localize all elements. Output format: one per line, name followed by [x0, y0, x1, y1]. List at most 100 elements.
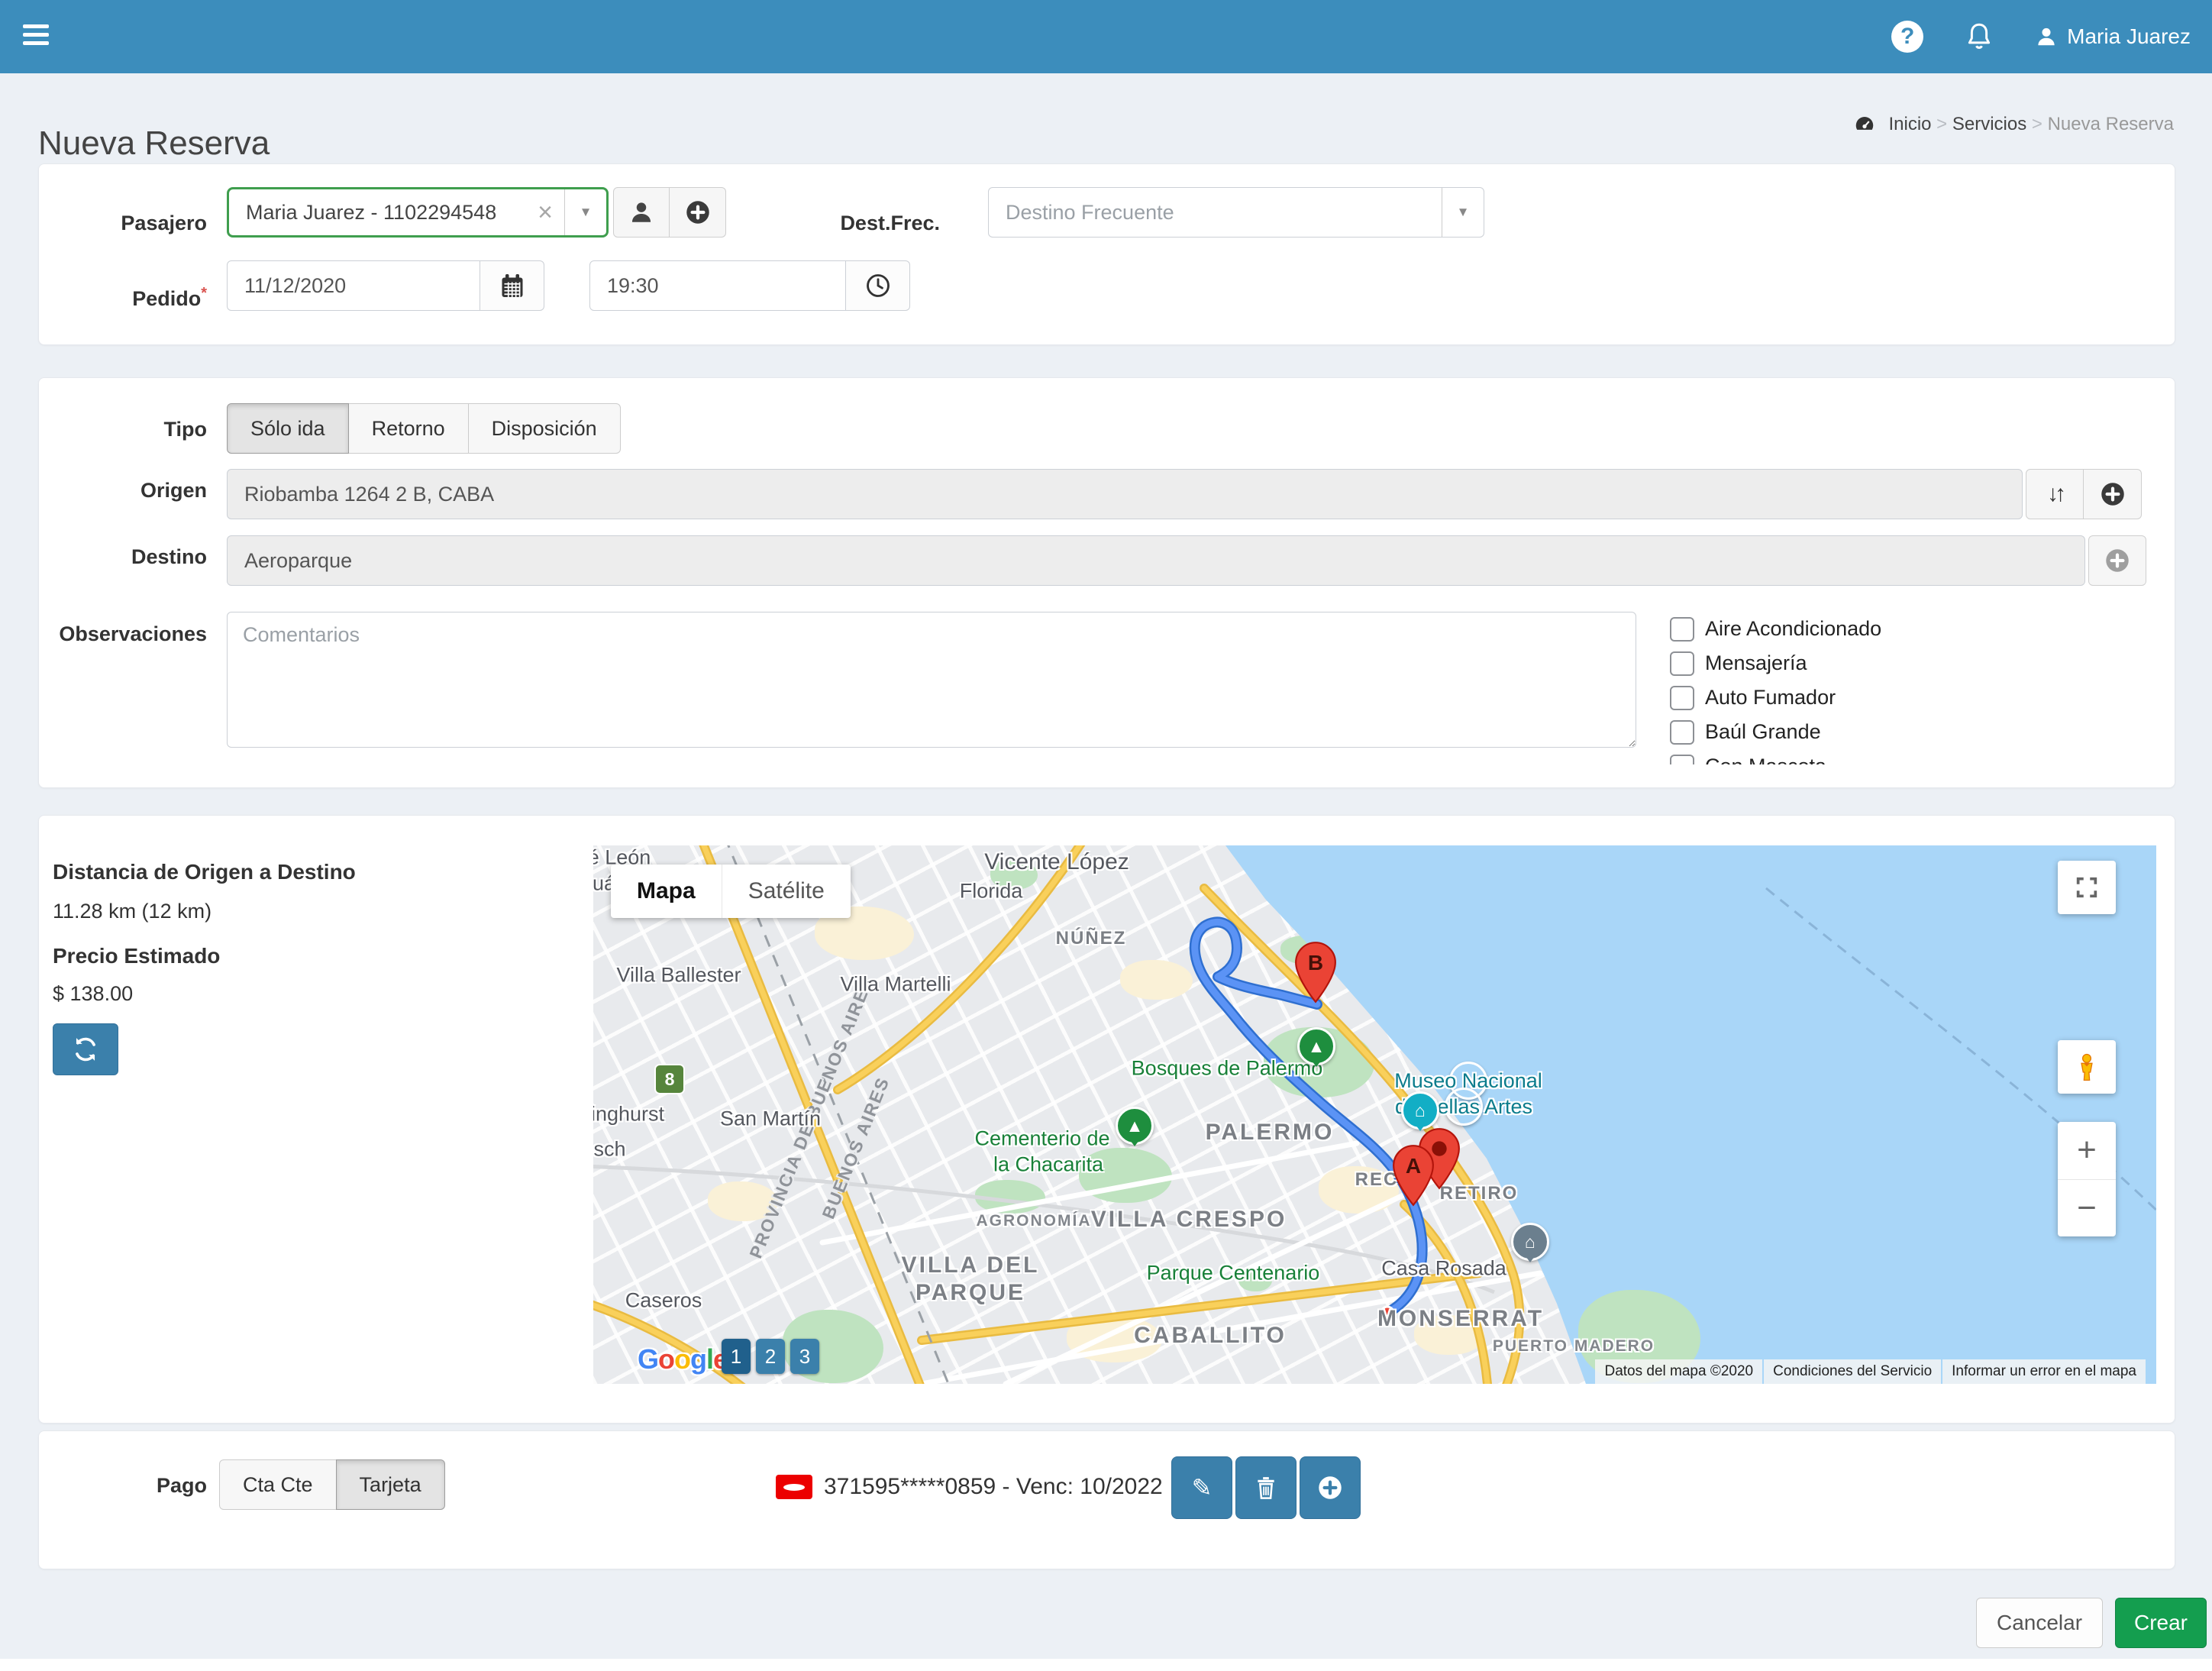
breadcrumb-item-inicio[interactable]: Inicio: [1888, 114, 1931, 134]
plus-circle-icon: [1317, 1475, 1343, 1501]
breadcrumb-item-nueva-reserva: Nueva Reserva: [2048, 114, 2174, 134]
add-card-button[interactable]: [1300, 1456, 1361, 1519]
pedido-time-input[interactable]: [589, 260, 846, 311]
refresh-icon: [71, 1035, 100, 1064]
price-title: Precio Estimado: [53, 944, 220, 968]
pedido-label: Pedido*: [54, 285, 207, 311]
map-type-satlite[interactable]: Satélite: [722, 865, 851, 918]
map-attribution-item[interactable]: Condiciones del Servicio: [1764, 1359, 1941, 1384]
poi-gov-marker-icon: ⌂: [1511, 1223, 1549, 1261]
route-page-badge-1[interactable]: 1: [722, 1339, 751, 1374]
destino-frecuente-placeholder: Destino Frecuente: [989, 201, 1442, 225]
required-asterisk: *: [201, 285, 207, 302]
chevron-down-icon[interactable]: ▼: [564, 189, 606, 235]
google-map[interactable]: PROVINCIA DE BUENOS AIRES BUENOS AIRES 8…: [593, 845, 2156, 1384]
add-destination-button[interactable]: [2088, 535, 2146, 586]
extra-option-label: Auto Fumador: [1705, 686, 1836, 709]
checkbox-unchecked[interactable]: [1670, 755, 1694, 765]
breadcrumb-separator: >: [1932, 114, 1952, 134]
checkbox-unchecked[interactable]: [1670, 686, 1694, 710]
plus-circle-icon: [2100, 481, 2126, 507]
route-marker-B-pin[interactable]: B: [1294, 940, 1337, 1004]
breadcrumb-separator: >: [2026, 114, 2047, 134]
date-picker-button[interactable]: [480, 260, 544, 311]
add-passenger-button[interactable]: [670, 187, 726, 238]
breadcrumb-item-servicios[interactable]: Servicios: [1952, 114, 2026, 134]
street-view-pegman-button[interactable]: [2058, 1040, 2116, 1094]
tipo-option-retorno[interactable]: Retorno: [348, 403, 469, 454]
passenger-card: Pasajero Maria Juarez - 1102294548 × ▼ D…: [38, 163, 2175, 345]
route-page-badge-2[interactable]: 2: [756, 1339, 785, 1374]
checkbox-unchecked[interactable]: [1670, 617, 1694, 642]
help-icon[interactable]: ?: [1891, 21, 1923, 53]
dest-frec-label: Dest.Frec.: [787, 212, 940, 235]
pago-label: Pago: [54, 1474, 207, 1498]
extra-option-aire-acondicionado[interactable]: Aire Acondicionado: [1670, 612, 1998, 646]
destino-input[interactable]: [227, 535, 2085, 586]
extra-option-label: Aire Acondicionado: [1705, 617, 1881, 641]
map-type-mapa[interactable]: Mapa: [611, 865, 722, 918]
pasajero-label: Pasajero: [54, 212, 207, 235]
poi-tree-marker-icon: ▲: [1116, 1107, 1154, 1145]
tipo-option-disposici-n[interactable]: Disposición: [468, 403, 621, 454]
card-info: 371595*****0859 - Venc: 10/2022: [824, 1474, 1163, 1500]
distance-map-card: Distancia de Origen a Destino 11.28 km (…: [38, 815, 2175, 1424]
menu-toggle-icon[interactable]: [23, 24, 66, 55]
extra-option-con-mascota[interactable]: Con Mascota: [1670, 749, 1998, 764]
user-name: Maria Juarez: [2067, 24, 2191, 49]
extra-option-auto-fumador[interactable]: Auto Fumador: [1670, 680, 1998, 715]
fullscreen-button[interactable]: [2058, 861, 2116, 914]
user-menu[interactable]: Maria Juarez: [2035, 24, 2191, 49]
observaciones-textarea[interactable]: [227, 612, 1636, 748]
checkbox-unchecked[interactable]: [1670, 720, 1694, 745]
tipo-option-s-lo-ida[interactable]: Sólo ida: [227, 403, 349, 454]
extra-option-mensajer-a[interactable]: Mensajería: [1670, 646, 1998, 680]
payment-method-cta-cte[interactable]: Cta Cte: [219, 1459, 337, 1510]
route-page-badge-3[interactable]: 3: [790, 1339, 819, 1374]
pasajero-select[interactable]: Maria Juarez - 1102294548 × ▼: [227, 187, 609, 238]
swap-arrows-icon: ↓↑: [2047, 481, 2062, 507]
destino-frecuente-select[interactable]: Destino Frecuente ▼: [988, 187, 1484, 238]
observaciones-label: Observaciones: [54, 622, 207, 646]
swap-origin-destination-button[interactable]: ↓↑: [2026, 469, 2084, 519]
notifications-bell-icon[interactable]: [1963, 21, 1995, 53]
price-value: $ 138.00: [53, 982, 133, 1006]
extra-option-ba-l-grande[interactable]: Baúl Grande: [1670, 715, 1998, 749]
checkbox-unchecked[interactable]: [1670, 651, 1694, 676]
map-attribution: Datos del mapa ©2020Condiciones del Serv…: [1595, 1359, 2146, 1384]
add-origin-button[interactable]: [2084, 469, 2142, 519]
time-picker-button[interactable]: [846, 260, 910, 311]
recalculate-button[interactable]: [53, 1023, 118, 1075]
google-logo[interactable]: Google: [638, 1343, 728, 1375]
map-attribution-item[interactable]: Informar un error en el mapa: [1942, 1359, 2146, 1384]
create-button[interactable]: Crear: [2115, 1598, 2207, 1648]
cancel-button[interactable]: Cancelar: [1976, 1598, 2103, 1648]
edit-card-button[interactable]: ✎: [1171, 1456, 1232, 1519]
zoom-out-button[interactable]: −: [2058, 1180, 2116, 1237]
breadcrumb-items: Inicio > Servicios > Nueva Reserva: [1888, 114, 2174, 135]
dashboard-gauge-icon: [1853, 113, 1876, 136]
extra-option-label: Mensajería: [1705, 651, 1807, 675]
route-shield: 8: [654, 1064, 685, 1094]
delete-card-button[interactable]: [1235, 1456, 1297, 1519]
zoom-in-button[interactable]: +: [2058, 1122, 2116, 1180]
clear-icon[interactable]: ×: [526, 198, 564, 228]
user-icon: [2035, 25, 2058, 48]
origen-input[interactable]: [227, 469, 2023, 519]
route-page-badges: 123: [722, 1339, 819, 1374]
extra-option-label: Con Mascota: [1705, 755, 1826, 764]
payment-method-tarjeta[interactable]: Tarjeta: [336, 1459, 445, 1510]
chevron-down-icon[interactable]: ▼: [1442, 188, 1484, 237]
distance-value: 11.28 km (12 km): [53, 900, 212, 923]
top-navbar: ? Maria Juarez: [0, 0, 2212, 73]
pencil-icon: ✎: [1192, 1473, 1213, 1502]
route-marker-A-pin[interactable]: A: [1392, 1143, 1435, 1207]
pegman-icon: [2072, 1052, 2101, 1081]
map-attribution-item: Datos del mapa ©2020: [1595, 1359, 1762, 1384]
payment-method-segmented-control: Cta CteTarjeta: [219, 1459, 445, 1510]
clock-icon: [864, 272, 892, 299]
pedido-date-input[interactable]: [227, 260, 480, 311]
card-brand-logo: [776, 1475, 812, 1499]
passenger-profile-button[interactable]: [613, 187, 670, 238]
map-roads-route-layer: [593, 845, 2156, 1384]
